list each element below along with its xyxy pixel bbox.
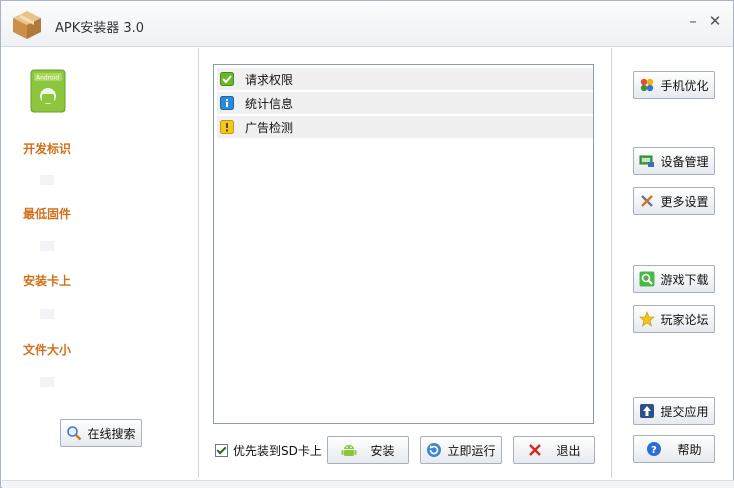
- placeholder-bar: [40, 377, 54, 387]
- green-check-icon: [220, 72, 234, 86]
- list-item-label: 请求权限: [245, 72, 294, 87]
- help-button[interactable]: ? 帮助: [633, 435, 715, 463]
- online-search-label: 在线搜索: [87, 426, 136, 441]
- close-button[interactable]: ✕: [707, 13, 723, 29]
- phone-optimize-label: 手机优化: [660, 78, 709, 93]
- list-item-label: 广告检测: [245, 120, 294, 135]
- svg-text:?: ?: [651, 445, 657, 456]
- list-item[interactable]: 统计信息: [217, 92, 593, 114]
- submit-app-label: 提交应用: [660, 404, 709, 419]
- device-manage-label: 设备管理: [660, 154, 709, 169]
- app-window: APK安装器 3.0 – ✕ Android 开发标识 最低固件 安装卡上 文件…: [0, 0, 734, 488]
- developer-id-label: 开发标识: [23, 142, 72, 156]
- device-monitor-icon: [639, 155, 655, 167]
- green-search-icon: [639, 271, 655, 287]
- phone-optimize-button[interactable]: 手机优化: [633, 71, 715, 99]
- install-button[interactable]: 安装: [327, 436, 409, 464]
- colorful-clover-icon: [641, 78, 654, 92]
- help-label: 帮助: [677, 442, 702, 457]
- yellow-warning-icon: [220, 120, 234, 134]
- app-info-panel: Android 开发标识 最低固件 安装卡上 文件大小: [2, 47, 198, 479]
- window-title: APK安装器 3.0: [55, 21, 145, 36]
- more-settings-button[interactable]: 更多设置: [633, 187, 715, 215]
- red-x-icon: [529, 444, 542, 456]
- star-icon: [639, 311, 656, 327]
- magnifier-icon: [67, 426, 82, 441]
- sd-card-checkbox[interactable]: [215, 444, 228, 457]
- android-apk-icon: Android: [30, 69, 66, 113]
- placeholder-bar: [40, 241, 54, 251]
- device-manage-button[interactable]: 设备管理: [633, 147, 715, 175]
- package-box-icon: [13, 11, 41, 39]
- more-settings-label: 更多设置: [660, 194, 709, 209]
- placeholder-bar: [40, 309, 54, 319]
- exit-button[interactable]: 退出: [513, 436, 595, 464]
- minimize-button[interactable]: –: [685, 13, 701, 29]
- refresh-run-icon: [427, 443, 442, 457]
- check-results-list[interactable]: 请求权限 统计信息 广告检测: [213, 64, 594, 424]
- list-item[interactable]: 广告检测: [217, 116, 593, 138]
- player-forum-label: 玩家论坛: [660, 312, 709, 327]
- help-question-icon: ?: [647, 442, 662, 456]
- player-forum-button[interactable]: 玩家论坛: [633, 305, 715, 333]
- android-robot-icon: [341, 445, 357, 456]
- install-label: 安装: [370, 443, 395, 458]
- upload-app-icon: [640, 404, 655, 418]
- min-firmware-label: 最低固件: [23, 207, 72, 221]
- placeholder-bar: [40, 175, 54, 185]
- run-now-label: 立即运行: [447, 443, 496, 458]
- run-now-button[interactable]: 立即运行: [420, 436, 502, 464]
- list-item-label: 统计信息: [245, 96, 294, 111]
- sd-card-label: 优先装到SD卡上: [233, 444, 322, 458]
- status-strip: [2, 480, 734, 488]
- right-divider: [611, 48, 612, 478]
- game-download-label: 游戏下载: [660, 272, 709, 287]
- sd-card-option[interactable]: 优先装到SD卡上: [215, 442, 322, 459]
- list-item[interactable]: 请求权限: [217, 68, 593, 90]
- exit-label: 退出: [556, 443, 581, 458]
- blue-info-icon: [220, 96, 234, 110]
- left-divider: [198, 48, 199, 478]
- title-bar[interactable]: APK安装器 3.0 – ✕: [1, 1, 733, 47]
- game-download-button[interactable]: 游戏下载: [633, 265, 715, 293]
- tools-icon: [641, 195, 654, 207]
- submit-app-button[interactable]: 提交应用: [633, 397, 715, 425]
- svg-text:Android: Android: [36, 75, 59, 82]
- install-to-card-label: 安装卡上: [23, 274, 72, 288]
- file-size-label: 文件大小: [23, 343, 72, 357]
- online-search-button[interactable]: 在线搜索: [60, 419, 142, 447]
